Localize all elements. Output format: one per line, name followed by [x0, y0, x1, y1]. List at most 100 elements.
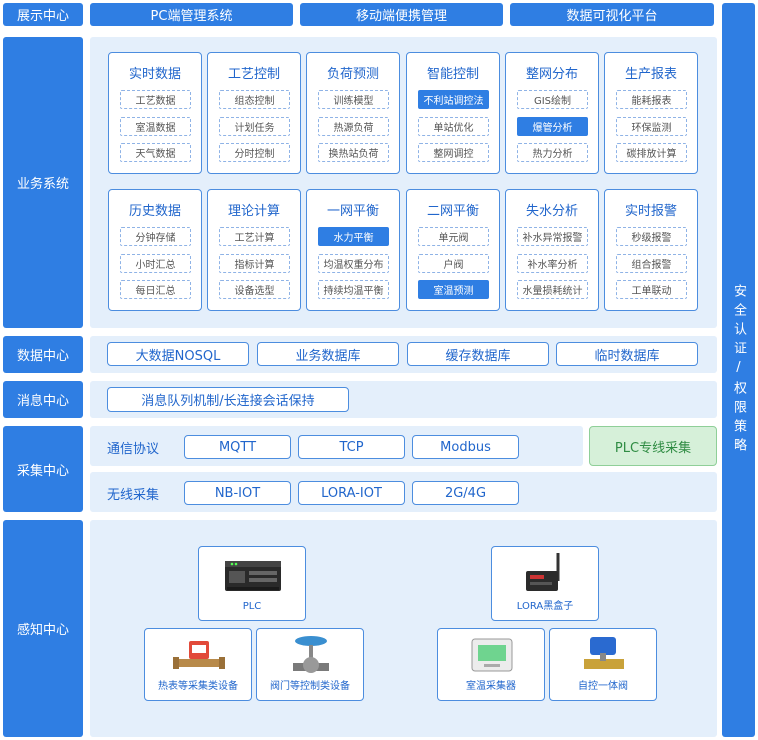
lora-device[interactable]: LORA黑盒子 — [491, 546, 599, 621]
module-card[interactable]: 工艺控制组态控制计划任务分时控制 — [207, 52, 301, 174]
module-title: 智能控制 — [426, 67, 479, 82]
perception-panel: PLC LORA黑盒子 热表等采集类设备 阀门等控制类设备 室温采集器 自控一体… — [90, 520, 717, 737]
auto-valve-label: 自控一体阀 — [578, 681, 628, 692]
data-visualization-platform[interactable]: 数据可视化平台 — [510, 3, 714, 26]
bigdata-nosql[interactable]: 大数据NOSQL — [107, 342, 249, 366]
nb-iot-box[interactable]: NB-IOT — [184, 481, 291, 505]
plc-icon — [225, 561, 281, 591]
module-item[interactable]: 补水异常报警 — [517, 227, 588, 246]
control-valve-icon — [293, 636, 329, 673]
protocol-label: 通信协议 — [107, 442, 160, 457]
module-item[interactable]: 热力分析 — [517, 143, 588, 162]
module-item[interactable]: 补水率分析 — [517, 254, 588, 273]
module-card[interactable]: 整网分布 GIS绘制爆管分析热力分析 — [505, 52, 599, 174]
module-item[interactable]: 设备选型 — [219, 280, 290, 299]
module-item[interactable]: GIS绘制 — [517, 90, 588, 109]
module-card[interactable]: 理论计算工艺计算指标计算设备选型 — [207, 189, 301, 311]
temp-database[interactable]: 临时数据库 — [556, 342, 698, 366]
data-center-panel: 大数据NOSQL 业务数据库 缓存数据库 临时数据库 — [90, 336, 717, 373]
module-item[interactable]: 整网调控 — [418, 143, 489, 162]
module-item[interactable]: 热源负荷 — [318, 117, 389, 136]
module-item[interactable]: 单站优化 — [418, 117, 489, 136]
wireless-panel: 无线采集 NB-IOT LORA-IOT 2G/4G — [90, 472, 717, 512]
perception-center-label: 感知中心 — [3, 520, 83, 737]
module-item[interactable]: 指标计算 — [219, 254, 290, 273]
module-item[interactable]: 不利站调控法 — [418, 90, 489, 109]
module-item[interactable]: 室温数据 — [120, 117, 191, 136]
security-auth-label: 安全认证/权限策略 — [731, 283, 746, 457]
business-system-label: 业务系统 — [3, 37, 83, 328]
module-title: 二网平衡 — [426, 204, 479, 219]
room-temp-device[interactable]: 室温采集器 — [437, 628, 545, 701]
module-title: 工艺控制 — [227, 67, 280, 82]
module-title: 历史数据 — [128, 204, 181, 219]
plc-device[interactable]: PLC — [198, 546, 306, 621]
business-database[interactable]: 业务数据库 — [257, 342, 399, 366]
module-item[interactable]: 水量损耗统计 — [517, 280, 588, 299]
module-item[interactable]: 工艺计算 — [219, 227, 290, 246]
module-item[interactable]: 水力平衡 — [318, 227, 389, 246]
module-item[interactable]: 分钟存储 — [120, 227, 191, 246]
wireless-label: 无线采集 — [107, 488, 160, 503]
module-item[interactable]: 爆管分析 — [517, 117, 588, 136]
module-item[interactable]: 每日汇总 — [120, 280, 191, 299]
cache-database[interactable]: 缓存数据库 — [407, 342, 549, 366]
mobile-management[interactable]: 移动端便携管理 — [300, 3, 503, 26]
security-auth-bar: 安全认证/权限策略 — [722, 3, 755, 737]
tcp-box[interactable]: TCP — [298, 435, 405, 459]
module-item[interactable]: 能耗报表 — [616, 90, 687, 109]
module-title: 整网分布 — [525, 67, 578, 82]
module-item[interactable]: 小时汇总 — [120, 254, 191, 273]
lora-iot-box[interactable]: LORA-IOT — [298, 481, 405, 505]
collection-center-label: 采集中心 — [3, 426, 83, 512]
module-item[interactable]: 环保监测 — [616, 117, 687, 136]
message-center-panel: 消息队列机制/长连接会话保持 — [90, 381, 717, 418]
module-title: 实时数据 — [128, 67, 181, 82]
heat-meter-device[interactable]: 热表等采集类设备 — [144, 628, 252, 701]
message-center-label: 消息中心 — [3, 381, 83, 418]
module-item[interactable]: 户阀 — [418, 254, 489, 273]
plc-label: PLC — [242, 601, 262, 612]
mqtt-box[interactable]: MQTT — [184, 435, 291, 459]
auto-valve-device[interactable]: 自控一体阀 — [549, 628, 657, 701]
module-item[interactable]: 碳排放计算 — [616, 143, 687, 162]
pc-management-system[interactable]: PC端管理系统 — [90, 3, 293, 26]
heat-meter-icon — [173, 641, 225, 669]
module-item[interactable]: 室温预测 — [418, 280, 489, 299]
module-item[interactable]: 持续均温平衡 — [318, 280, 389, 299]
heat-meter-label: 热表等采集类设备 — [158, 681, 238, 692]
module-item[interactable]: 工单联动 — [616, 280, 687, 299]
module-item[interactable]: 组合报警 — [616, 254, 687, 273]
business-system-panel: 实时数据 工艺数据 室温数据 天气数据 工艺控制 组态控制 计划任务 分时控制 负荷预测 训练模型… — [90, 37, 717, 328]
module-card[interactable]: 生产报表 能耗报表 环保监测 碳排放计算 — [604, 52, 698, 174]
plc-special-collection[interactable]: PLC专线采集 — [589, 426, 717, 466]
room-temp-label: 室温采集器 — [466, 681, 516, 692]
module-card[interactable]: 失水分析 补水异常报警 补水率分析 水量损耗统计 — [505, 189, 599, 311]
valve-device[interactable]: 阀门等控制类设备 — [256, 628, 364, 701]
module-card[interactable]: 实时报警 秒级报警 组合报警 工单联动 — [604, 189, 698, 311]
module-card[interactable]: 实时数据工艺数据室温数据天气数据 — [108, 52, 202, 174]
module-item[interactable]: 天气数据 — [120, 143, 191, 162]
module-item[interactable]: 计划任务 — [219, 117, 290, 136]
module-item[interactable]: 均温权重分布 — [318, 254, 389, 273]
module-item[interactable]: 训练模型 — [318, 90, 389, 109]
module-title: 理论计算 — [227, 204, 280, 219]
modbus-box[interactable]: Modbus — [412, 435, 519, 459]
module-item[interactable]: 工艺数据 — [120, 90, 191, 109]
message-queue-box[interactable]: 消息队列机制/长连接会话保持 — [107, 387, 349, 412]
module-card[interactable]: 历史数据分钟存储小时汇总每日汇总 — [108, 189, 202, 311]
g2-4g-box[interactable]: 2G/4G — [412, 481, 519, 505]
module-card[interactable]: 负荷预测训练模型热源负荷换热站负荷 — [306, 52, 400, 174]
protocol-panel: 通信协议 MQTT TCP Modbus — [90, 426, 583, 466]
module-card[interactable]: 二网平衡单元阀户阀室温预测 — [406, 189, 500, 311]
module-item[interactable]: 秒级报警 — [616, 227, 687, 246]
module-title: 一网平衡 — [326, 204, 379, 219]
module-title: 负荷预测 — [326, 67, 379, 82]
module-card[interactable]: 智能控制不利站调控法 单站优化整网调控 — [406, 52, 500, 174]
module-card[interactable]: 一网平衡水力平衡均温权重分布 持续均温平衡 — [306, 189, 400, 311]
module-item[interactable]: 单元阀 — [418, 227, 489, 246]
module-item[interactable]: 分时控制 — [219, 143, 290, 162]
module-item[interactable]: 换热站负荷 — [318, 143, 389, 162]
module-item[interactable]: 组态控制 — [219, 90, 290, 109]
lora-box-icon — [526, 553, 560, 591]
